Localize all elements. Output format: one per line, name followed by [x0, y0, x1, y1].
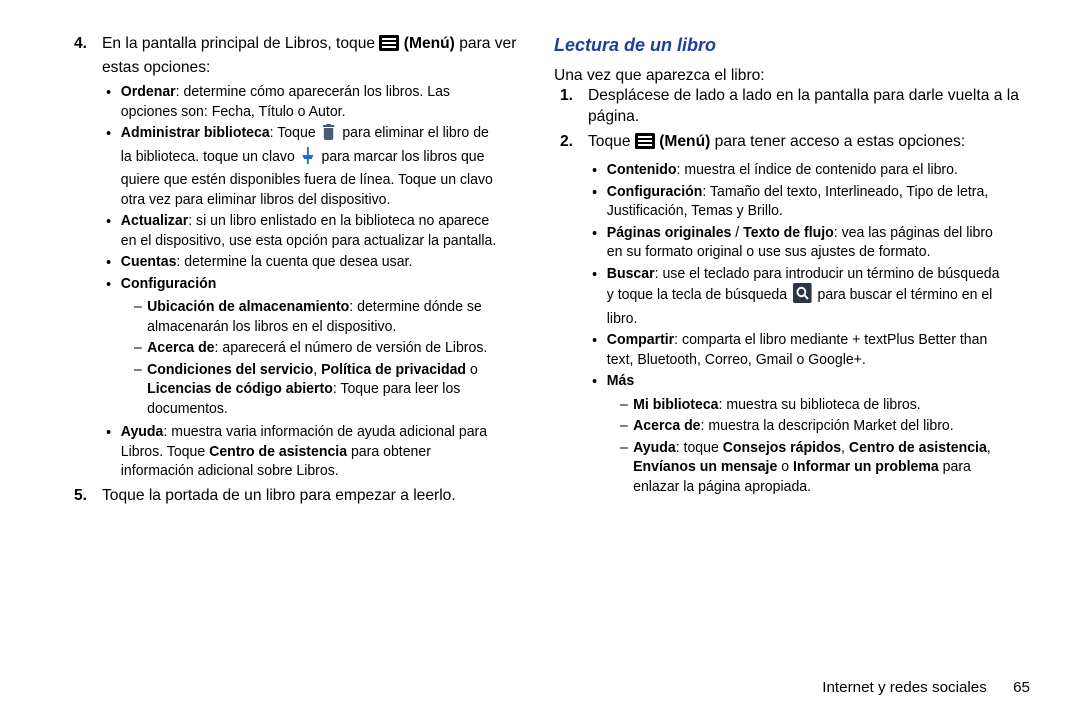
bullet-buscar: Buscar: use el teclado para introducir u… — [607, 264, 1004, 329]
bullet-admin-biblioteca: Administrar biblioteca: Toque para elimi… — [121, 123, 501, 209]
footer-page-number: 65 — [1013, 679, 1030, 696]
trash-icon — [321, 123, 336, 147]
right-column: Lectura de un libro Una vez que aparezca… — [554, 34, 1030, 511]
r-step-1: 1. Desplácese de lado a lado en la panta… — [560, 86, 1030, 127]
step5-text: Toque la portada de un libro para empeza… — [102, 487, 456, 504]
bullet-contenido: Contenido: muestra el índice de contenid… — [607, 160, 1004, 180]
bullet-cuentas: Cuentas: determine la cuenta que desea u… — [121, 252, 501, 272]
dash-condiciones: Condiciones del servicio, Política de pr… — [134, 360, 501, 419]
footer-section: Internet y redes sociales — [822, 679, 987, 696]
bullet-compartir: Compartir: comparta el libro mediante + … — [607, 330, 1004, 369]
bullet-ayuda: Ayuda: muestra varia información de ayud… — [121, 422, 501, 481]
menu-icon — [379, 35, 399, 58]
dash-acerca-de-r: Acerca de: muestra la descripción Market… — [620, 416, 1004, 436]
bullet-paginas: Páginas originales / Texto de flujo: vea… — [607, 223, 1004, 262]
intro-line: Una vez que aparezca el libro: — [554, 66, 1030, 87]
dash-ayuda-r: Ayuda: toque Consejos rápidos, Centro de… — [620, 438, 1004, 497]
bullet-actualizar: Actualizar: si un libro enlistado en la … — [121, 211, 501, 250]
bullet-mas: Más Mi biblioteca: muestra su biblioteca… — [607, 371, 1004, 496]
step-4: 4. En la pantalla principal de Libros, t… — [74, 34, 526, 481]
dash-acerca-de: Acerca de: aparecerá el número de versió… — [134, 338, 501, 358]
pin-icon — [301, 147, 316, 171]
bullet-configuracion: Configuración Ubicación de almacenamient… — [121, 274, 501, 419]
left-column: 4. En la pantalla principal de Libros, t… — [50, 34, 526, 511]
bullet-ordenar: Ordenar: determine cómo aparecerán los l… — [121, 82, 501, 121]
menu-icon — [635, 133, 655, 156]
dash-ubicacion: Ubicación de almacenamiento: determine d… — [134, 297, 501, 336]
menu-label: (Menú) — [659, 133, 710, 150]
menu-label: (Menú) — [404, 35, 455, 52]
dash-mi-biblioteca: Mi biblioteca: muestra su biblioteca de … — [620, 395, 1004, 415]
search-icon — [793, 283, 812, 309]
bullet-configuracion-r: Configuración: Tamaño del texto, Interli… — [607, 182, 1004, 221]
step-5: 5. Toque la portada de un libro para emp… — [74, 486, 526, 507]
step4-lead-a: En la pantalla principal de Libros, toqu… — [102, 35, 375, 52]
r-step-2: 2. Toque (Menú) para tener acceso a esta… — [560, 132, 1030, 496]
page-footer: Internet y redes sociales 65 — [822, 679, 1030, 696]
section-heading: Lectura de un libro — [554, 34, 1030, 58]
